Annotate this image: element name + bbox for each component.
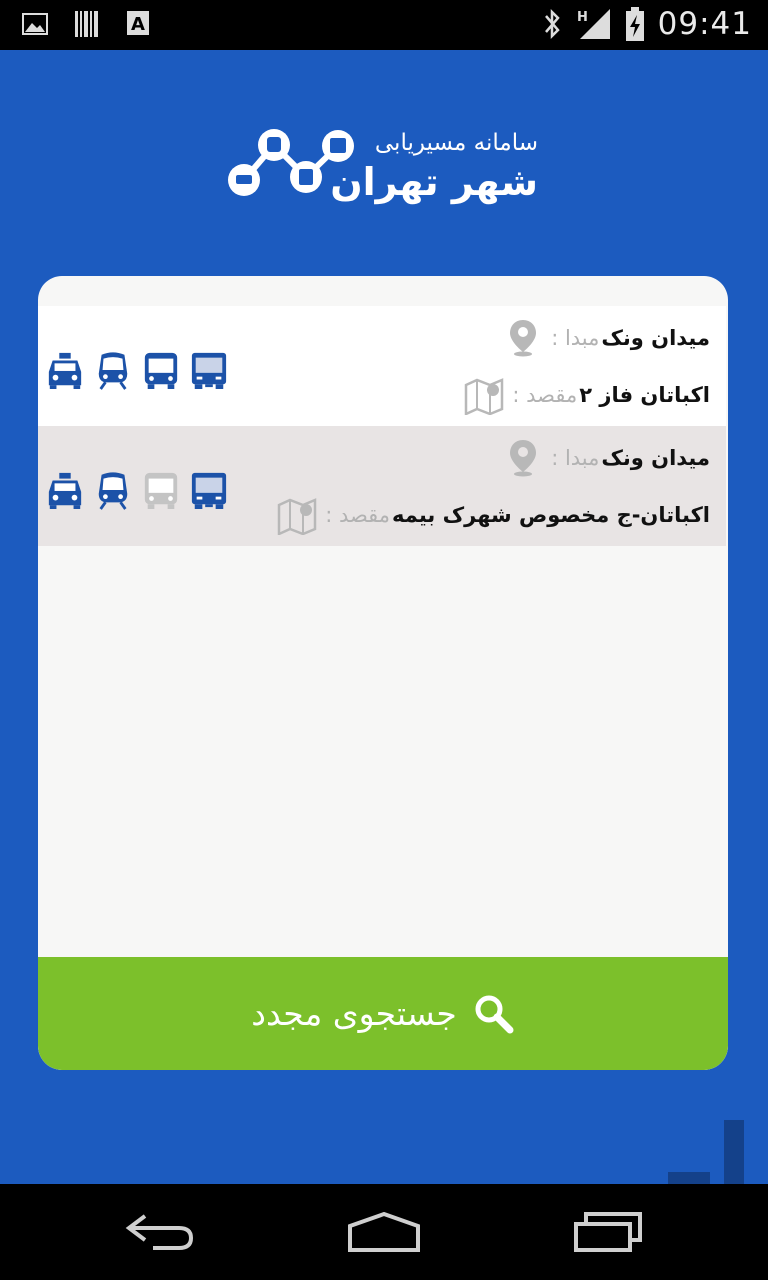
svg-text:H: H bbox=[577, 10, 588, 25]
search-again-button[interactable]: جستجوی مجدد bbox=[38, 957, 728, 1070]
origin-label: مبدا : bbox=[551, 326, 600, 350]
brt-icon bbox=[191, 352, 227, 389]
route-destination: مقصد : اکباتان-ج مخصوص شهرک بیمه bbox=[275, 487, 726, 543]
destination-value: اکباتان فاز ۲ bbox=[579, 383, 710, 407]
home-button[interactable] bbox=[336, 1206, 432, 1258]
origin-value: میدان ونک bbox=[601, 446, 710, 470]
status-time: 09:41 bbox=[657, 6, 752, 42]
image-icon bbox=[22, 13, 48, 35]
bus-icon bbox=[144, 352, 178, 389]
destination-label: مقصد : bbox=[512, 383, 578, 407]
app-header: سامانه مسیریابی شهر تهران bbox=[0, 50, 768, 275]
route-origin: مبدا : میدان ونک bbox=[501, 430, 726, 486]
status-bar: A H 09:41 bbox=[0, 0, 768, 50]
brt-icon bbox=[191, 472, 227, 509]
taxi-icon bbox=[48, 472, 82, 509]
search-icon bbox=[475, 995, 514, 1033]
map-icon bbox=[462, 373, 506, 417]
back-button[interactable] bbox=[112, 1206, 208, 1258]
destination-label: مقصد : bbox=[325, 503, 391, 527]
navigation-bar bbox=[0, 1184, 768, 1280]
app-logo-text: سامانه مسیریابی شهر تهران bbox=[330, 128, 538, 206]
transport-modes bbox=[46, 470, 228, 510]
origin-label: مبدا : bbox=[551, 446, 600, 470]
location-pin-icon bbox=[501, 316, 545, 360]
taxi-icon bbox=[48, 352, 82, 389]
destination-value: اکباتان-ج مخصوص شهرک بیمه bbox=[392, 503, 710, 527]
location-pin-icon bbox=[501, 436, 545, 480]
bluetooth-icon bbox=[544, 8, 560, 40]
route-origin: مبدا : میدان ونک bbox=[501, 310, 726, 366]
battery-charging-icon bbox=[625, 7, 644, 41]
home-icon bbox=[348, 1212, 420, 1252]
route-destination: مقصد : اکباتان فاز ۲ bbox=[462, 367, 726, 423]
back-arrow-icon bbox=[125, 1214, 194, 1250]
route-item[interactable]: مبدا : میدان ونک مقصد : اکباتان-ج مخصوص … bbox=[38, 426, 726, 546]
svg-text:A: A bbox=[131, 14, 145, 35]
app-title: شهر تهران bbox=[330, 160, 538, 204]
recent-apps-icon bbox=[574, 1212, 642, 1252]
app-subtitle: سامانه مسیریابی bbox=[374, 130, 538, 156]
metro-icon bbox=[98, 352, 128, 390]
font-icon: A bbox=[127, 11, 149, 35]
bus-icon bbox=[144, 472, 178, 509]
metro-icon bbox=[98, 472, 128, 510]
search-again-label: جستجوی مجدد bbox=[251, 994, 457, 1033]
signal-icon: H bbox=[577, 9, 610, 39]
route-item[interactable]: مبدا : میدان ونک مقصد : اکباتان فاز ۲ bbox=[38, 306, 726, 426]
recent-apps-button[interactable] bbox=[560, 1206, 656, 1258]
transport-modes bbox=[46, 350, 228, 390]
barcode-icon bbox=[75, 11, 98, 37]
map-icon bbox=[275, 493, 319, 537]
origin-value: میدان ونک bbox=[601, 326, 710, 350]
results-card: مبدا : میدان ونک مقصد : اکباتان فاز ۲ مب… bbox=[38, 276, 728, 1070]
